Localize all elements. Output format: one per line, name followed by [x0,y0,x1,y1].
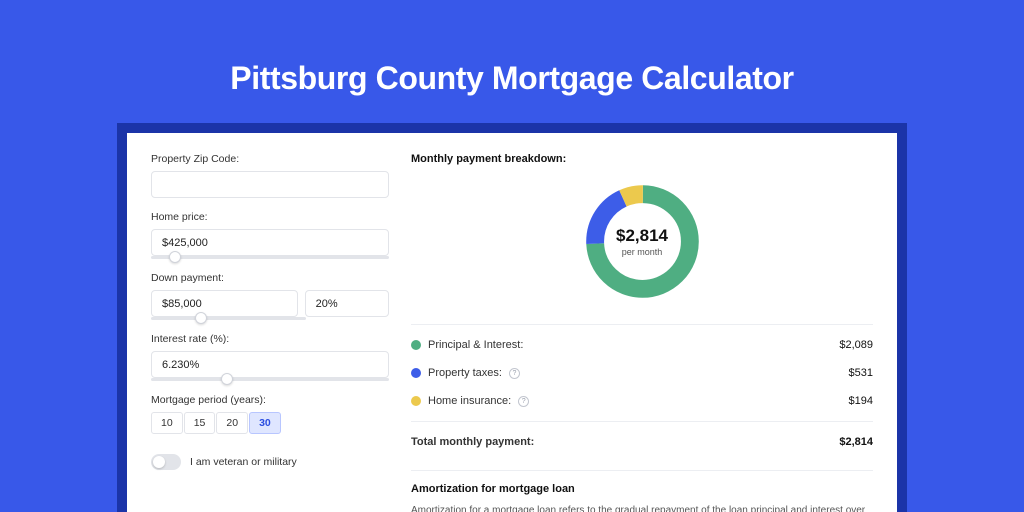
rate-label: Interest rate (%): [151,333,389,345]
down-slider-thumb[interactable] [195,312,207,324]
period-20-button[interactable]: 20 [216,412,248,434]
price-slider[interactable] [151,256,389,259]
dot-blue-icon [411,368,421,378]
rate-input[interactable] [151,351,389,378]
price-slider-thumb[interactable] [169,251,181,263]
amortization-body: Amortization for a mortgage loan refers … [411,503,873,512]
amortization-title: Amortization for mortgage loan [411,483,873,495]
divider [411,324,873,325]
breakdown-panel: Monthly payment breakdown: $2,814 per mo… [411,153,873,512]
veteran-toggle[interactable] [151,454,181,470]
down-slider[interactable] [151,317,306,320]
ins-label: Home insurance: [428,395,511,407]
zip-label: Property Zip Code: [151,153,389,165]
down-block: Down payment: [151,272,389,320]
veteran-label: I am veteran or military [190,456,297,468]
calculator-card: Property Zip Code: Home price: Down paym… [127,133,897,512]
donut-center: $2,814 per month [580,179,705,304]
price-label: Home price: [151,211,389,223]
dot-yellow-icon [411,396,421,406]
row-property-taxes: Property taxes: ? $531 [411,359,873,387]
rate-slider-thumb[interactable] [221,373,233,385]
info-icon[interactable]: ? [518,396,529,407]
down-amount-input[interactable] [151,290,298,317]
total-label: Total monthly payment: [411,436,534,448]
row-principal-interest: Principal & Interest: $2,089 [411,331,873,359]
ins-amount: $194 [849,395,873,407]
donut-area: $2,814 per month [411,165,873,318]
period-10-button[interactable]: 10 [151,412,183,434]
down-label: Down payment: [151,272,389,284]
info-icon[interactable]: ? [509,368,520,379]
form-panel: Property Zip Code: Home price: Down paym… [151,153,389,512]
page-title: Pittsburg County Mortgage Calculator [230,60,793,97]
dot-green-icon [411,340,421,350]
rate-slider[interactable] [151,378,389,381]
down-pct-input[interactable] [305,290,389,317]
total-amount: $2,814 [839,436,873,448]
donut-value: $2,814 [616,226,668,246]
rate-block: Interest rate (%): [151,333,389,381]
pi-label: Principal & Interest: [428,339,523,351]
row-home-insurance: Home insurance: ? $194 [411,387,873,415]
tax-amount: $531 [849,367,873,379]
period-15-button[interactable]: 15 [184,412,216,434]
period-buttons: 10 15 20 30 [151,412,389,434]
price-input[interactable] [151,229,389,256]
veteran-row: I am veteran or military [151,454,389,470]
card-outer: Property Zip Code: Home price: Down paym… [117,123,907,512]
period-label: Mortgage period (years): [151,394,389,406]
row-total: Total monthly payment: $2,814 [411,428,873,456]
donut-sub: per month [622,247,663,257]
pi-amount: $2,089 [839,339,873,351]
divider [411,421,873,422]
donut-chart: $2,814 per month [580,179,705,304]
period-30-button[interactable]: 30 [249,412,281,434]
amortization-section: Amortization for mortgage loan Amortizat… [411,470,873,512]
zip-block: Property Zip Code: [151,153,389,198]
breakdown-title: Monthly payment breakdown: [411,153,873,165]
zip-input[interactable] [151,171,389,198]
period-block: Mortgage period (years): 10 15 20 30 [151,394,389,434]
price-block: Home price: [151,211,389,259]
tax-label: Property taxes: [428,367,502,379]
